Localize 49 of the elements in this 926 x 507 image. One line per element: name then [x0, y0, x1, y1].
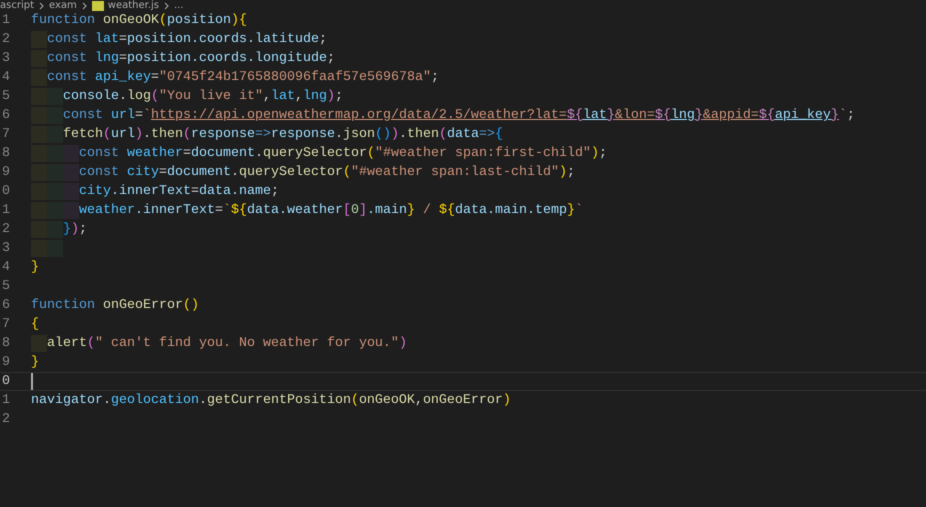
line-number: 2 — [1, 411, 10, 428]
code-line: function onGeoOK(position){ — [31, 12, 247, 29]
line-number: 7 — [1, 316, 10, 333]
line-number: 4 — [1, 259, 10, 276]
breadcrumb-item[interactable]: exam — [49, 0, 77, 11]
line-number: 2 — [1, 31, 10, 48]
line-number: 5 — [1, 88, 10, 105]
code-line: alert(" can't find you. No weather for you.") — [47, 335, 407, 352]
line-number: 9 — [1, 164, 10, 181]
code-line: fetch(url).then(response=>response.json()).then(data=>{ — [63, 126, 503, 143]
line-number: 1 — [1, 202, 10, 219]
line-number: 4 — [1, 69, 10, 86]
line-number: 9 — [1, 354, 10, 371]
js-file-icon — [92, 0, 104, 10]
code-line: const weather=document.querySelector("#weather span:first-child"); — [79, 145, 607, 162]
code-line: const lng=position.coords.longitude; — [47, 50, 335, 67]
code-line: const lat=position.coords.latitude; — [47, 31, 327, 48]
code-line: } — [31, 354, 39, 371]
code-line: { — [31, 316, 39, 333]
code-line: city.innerText=data.name; — [79, 183, 279, 200]
line-number: 2 — [1, 221, 10, 238]
line-number: 0 — [1, 373, 10, 390]
line-number: 3 — [1, 240, 10, 257]
code-line: function onGeoError() — [31, 297, 199, 314]
code-line: } — [31, 259, 39, 276]
line-number: 8 — [1, 335, 10, 352]
line-number: 1 — [1, 392, 10, 409]
chevron-icon — [163, 2, 170, 10]
line-number: 3 — [1, 50, 10, 67]
text-cursor — [31, 373, 33, 390]
code-line: weather.innerText=`${data.weather[0].main} / ${data.main.temp}` — [79, 202, 583, 219]
line-number: 1 — [1, 12, 10, 29]
code-line: const url=`https://api.openweathermap.org/data/2.5/weather?lat=${lat}&lon=${lng}&appid=${api_key}`; — [63, 107, 855, 124]
line-number: 6 — [1, 297, 10, 314]
code-line: }); — [63, 221, 87, 238]
code-line: const city=document.querySelector("#weather span:last-child"); — [79, 164, 575, 181]
line-number: 0 — [1, 183, 10, 200]
line-number: 5 — [1, 278, 10, 295]
code-line: console.log("You live it",lat,lng); — [63, 88, 343, 105]
line-number: 7 — [1, 126, 10, 143]
line-number: 6 — [1, 107, 10, 124]
code-line: navigator.geolocation.getCurrentPosition(onGeoOK,onGeoError) — [31, 392, 511, 409]
breadcrumb-item[interactable]: ascript — [0, 0, 34, 11]
chevron-icon — [80, 2, 88, 10]
breadcrumb-item[interactable]: weather.js — [108, 0, 159, 11]
chevron-icon — [38, 2, 45, 10]
breadcrumb-item[interactable]: ... — [174, 0, 184, 11]
code-line: const api_key="0745f24b1765880096faaf57e569678a"; — [47, 69, 439, 86]
line-number: 8 — [1, 145, 10, 162]
